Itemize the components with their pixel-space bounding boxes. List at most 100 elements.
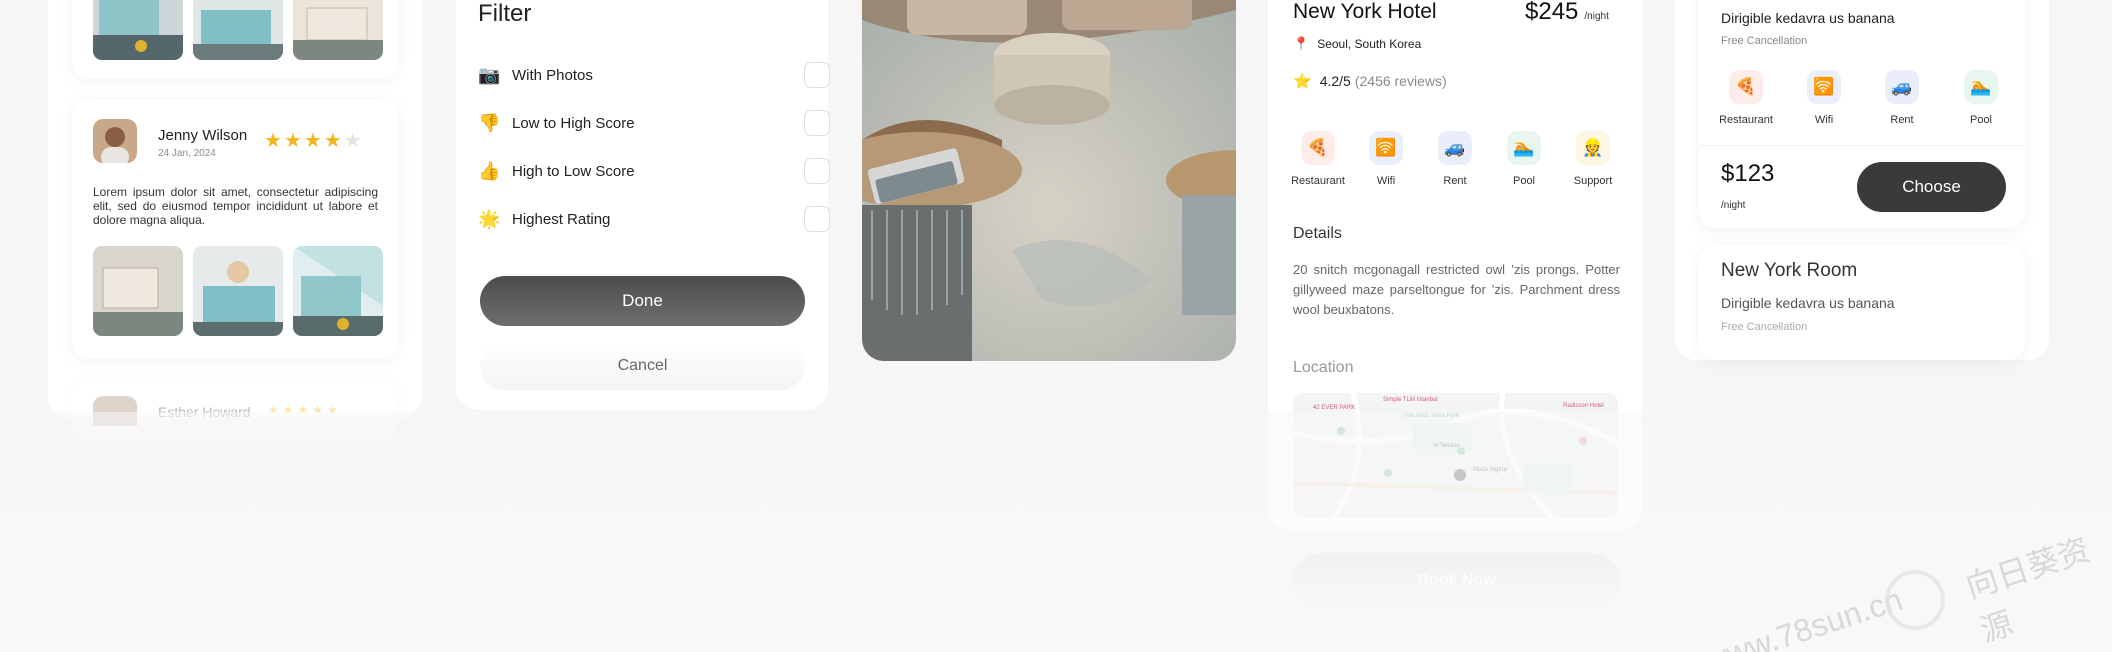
amenity-label: Wifi (1376, 175, 1396, 187)
map-label: 42 EVER PARK (1313, 405, 1356, 411)
filter-option-with-photos[interactable]: 📷 With Photos (478, 61, 830, 89)
rating-stars: ★ ★ ★ ★ ★ (268, 404, 338, 416)
star-icon: ★ (282, 403, 294, 417)
location-map[interactable]: 42 EVER PARK Simple TLM Istanbul VIALAND… (1293, 393, 1618, 518)
amenity-label: Support (1573, 175, 1613, 187)
map-label: Mado Sigma (1473, 467, 1507, 473)
done-button[interactable]: Done (480, 276, 805, 326)
filter-checkbox[interactable] (804, 62, 830, 88)
swimmer-icon: 🏊 (1964, 70, 1998, 104)
amenity-label: Pool (1512, 175, 1536, 187)
amenity-pool: 🏊 Pool (1494, 131, 1554, 187)
map-label: Simple TLM Istanbul (1383, 397, 1438, 403)
review-date: 24 Jan, 2024 (158, 148, 216, 159)
hotel-rating: ⭐ 4.2/5 (2456 reviews) (1293, 72, 1447, 90)
room-price: $123 (1721, 160, 1775, 187)
star-icon: ★ (268, 403, 279, 417)
price-value: $245 (1525, 0, 1579, 25)
swimmer-icon: 🏊 (1507, 131, 1541, 165)
hotel-price: $245 /night (1525, 0, 1609, 26)
location-text: Seoul, South Korea (1317, 37, 1422, 51)
choose-button[interactable]: Choose (1857, 162, 2006, 212)
star-icon: ★ (283, 130, 302, 152)
review-photo[interactable] (93, 246, 183, 336)
hotel-location: 📍 Seoul, South Korea (1293, 36, 1421, 52)
filter-option-highest-rating[interactable]: 🌟 Highest Rating (478, 205, 830, 233)
map-pin-icon: 📍 (1293, 36, 1310, 51)
amenity-label: Pool (1969, 114, 1993, 126)
amenity-label: Restaurant (1291, 175, 1345, 187)
rating-stars: ★ ★ ★ ★ ★ (264, 131, 362, 151)
car-icon: 🚙 (1438, 131, 1472, 165)
star-icon: ★ (264, 130, 282, 152)
amenity-rent: 🚙 Rent (1425, 131, 1485, 187)
review-photo[interactable] (93, 0, 183, 60)
star-icon: ★ (312, 403, 324, 417)
sunflower-logo-icon (1885, 570, 1945, 630)
car-icon: 🚙 (1885, 70, 1919, 104)
star-icon: ★ (343, 130, 362, 152)
amenity-restaurant: 🍕 Restaurant (1288, 131, 1348, 187)
location-heading: Location (1293, 359, 1354, 376)
review-photo[interactable] (293, 0, 383, 60)
details-heading: Details (1293, 225, 1342, 242)
reviewer-name: Jenny Wilson (158, 127, 248, 144)
support-worker-icon: 👷 (1576, 131, 1610, 165)
filter-checkbox[interactable] (804, 110, 830, 136)
pizza-icon: 🍕 (1729, 70, 1763, 104)
thumbs-down-icon: 👎 (478, 112, 501, 133)
amenity-label: Restaurant (1719, 114, 1773, 126)
map-label: VIALAND Tema Park (1403, 413, 1459, 419)
star-icon: ★ (327, 403, 338, 417)
amenity-wifi: 🛜 Wifi (1356, 131, 1416, 187)
cancel-button[interactable]: Cancel (480, 342, 805, 390)
star-icon: ★ (297, 403, 309, 417)
star-icon: ★ (323, 130, 342, 152)
star-icon: ★ (303, 130, 322, 152)
filter-title: Filter (478, 0, 532, 27)
filter-option-low-to-high[interactable]: 👎 Low to High Score (478, 109, 830, 137)
filter-option-label: With Photos (512, 66, 593, 84)
map-label: Vi Terrace (1433, 443, 1460, 449)
amenity-label: Rent (1443, 175, 1467, 187)
room-subtitle: Dirigible kedavra us banana (1721, 295, 1895, 311)
amenity-pool: 🏊 Pool (1951, 70, 2011, 126)
room-price-unit: /night (1721, 200, 1746, 211)
watermark-brand: 向日葵资源 (1961, 531, 2095, 649)
rating-value: 4.2/5 (1319, 73, 1351, 89)
free-cancellation: Free Cancellation (1721, 35, 1808, 47)
filter-checkbox[interactable] (804, 206, 830, 232)
amenity-rent: 🚙 Rent (1872, 70, 1932, 126)
glowing-star-icon: 🌟 (478, 208, 501, 229)
avatar (93, 396, 137, 426)
review-text: Lorem ipsum dolor sit amet, consectetur … (93, 185, 378, 227)
filter-option-label: Low to High Score (512, 114, 635, 132)
map-label: Radisson Hotel (1563, 403, 1604, 409)
hotel-name: New York Hotel (1293, 0, 1437, 23)
amenity-wifi: 🛜 Wifi (1794, 70, 1854, 126)
reviewer-name: Esther Howard (158, 404, 251, 420)
details-text: 20 snitch mcgonagall restricted owl ’zis… (1293, 262, 1620, 317)
filter-option-label: Highest Rating (512, 210, 611, 228)
review-photo[interactable] (193, 246, 283, 336)
review-photo[interactable] (193, 0, 283, 60)
filter-option-high-to-low[interactable]: 👍 High to Low Score (478, 157, 830, 185)
amenity-support: 👷 Support (1563, 131, 1623, 187)
wifi-icon: 🛜 (1369, 131, 1403, 165)
room-title: New York Room (1721, 260, 1858, 281)
avatar (93, 119, 137, 163)
divider (1699, 145, 2025, 146)
price-unit: /night (1584, 11, 1609, 22)
room-subtitle: Dirigible kedavra us banana (1721, 10, 1895, 26)
pizza-icon: 🍕 (1301, 131, 1335, 165)
review-photo[interactable] (293, 246, 383, 336)
book-now-button[interactable]: Book Now (1293, 553, 1620, 609)
watermark-text: www.78sun.cn (1699, 581, 1907, 652)
free-cancellation: Free Cancellation (1721, 321, 1808, 333)
thumbs-up-icon: 👍 (478, 160, 501, 181)
filter-option-label: High to Low Score (512, 162, 635, 180)
hotel-lobby-photo (862, 0, 1236, 361)
filter-checkbox[interactable] (804, 158, 830, 184)
wifi-icon: 🛜 (1807, 70, 1841, 104)
amenity-restaurant: 🍕 Restaurant (1716, 70, 1776, 126)
